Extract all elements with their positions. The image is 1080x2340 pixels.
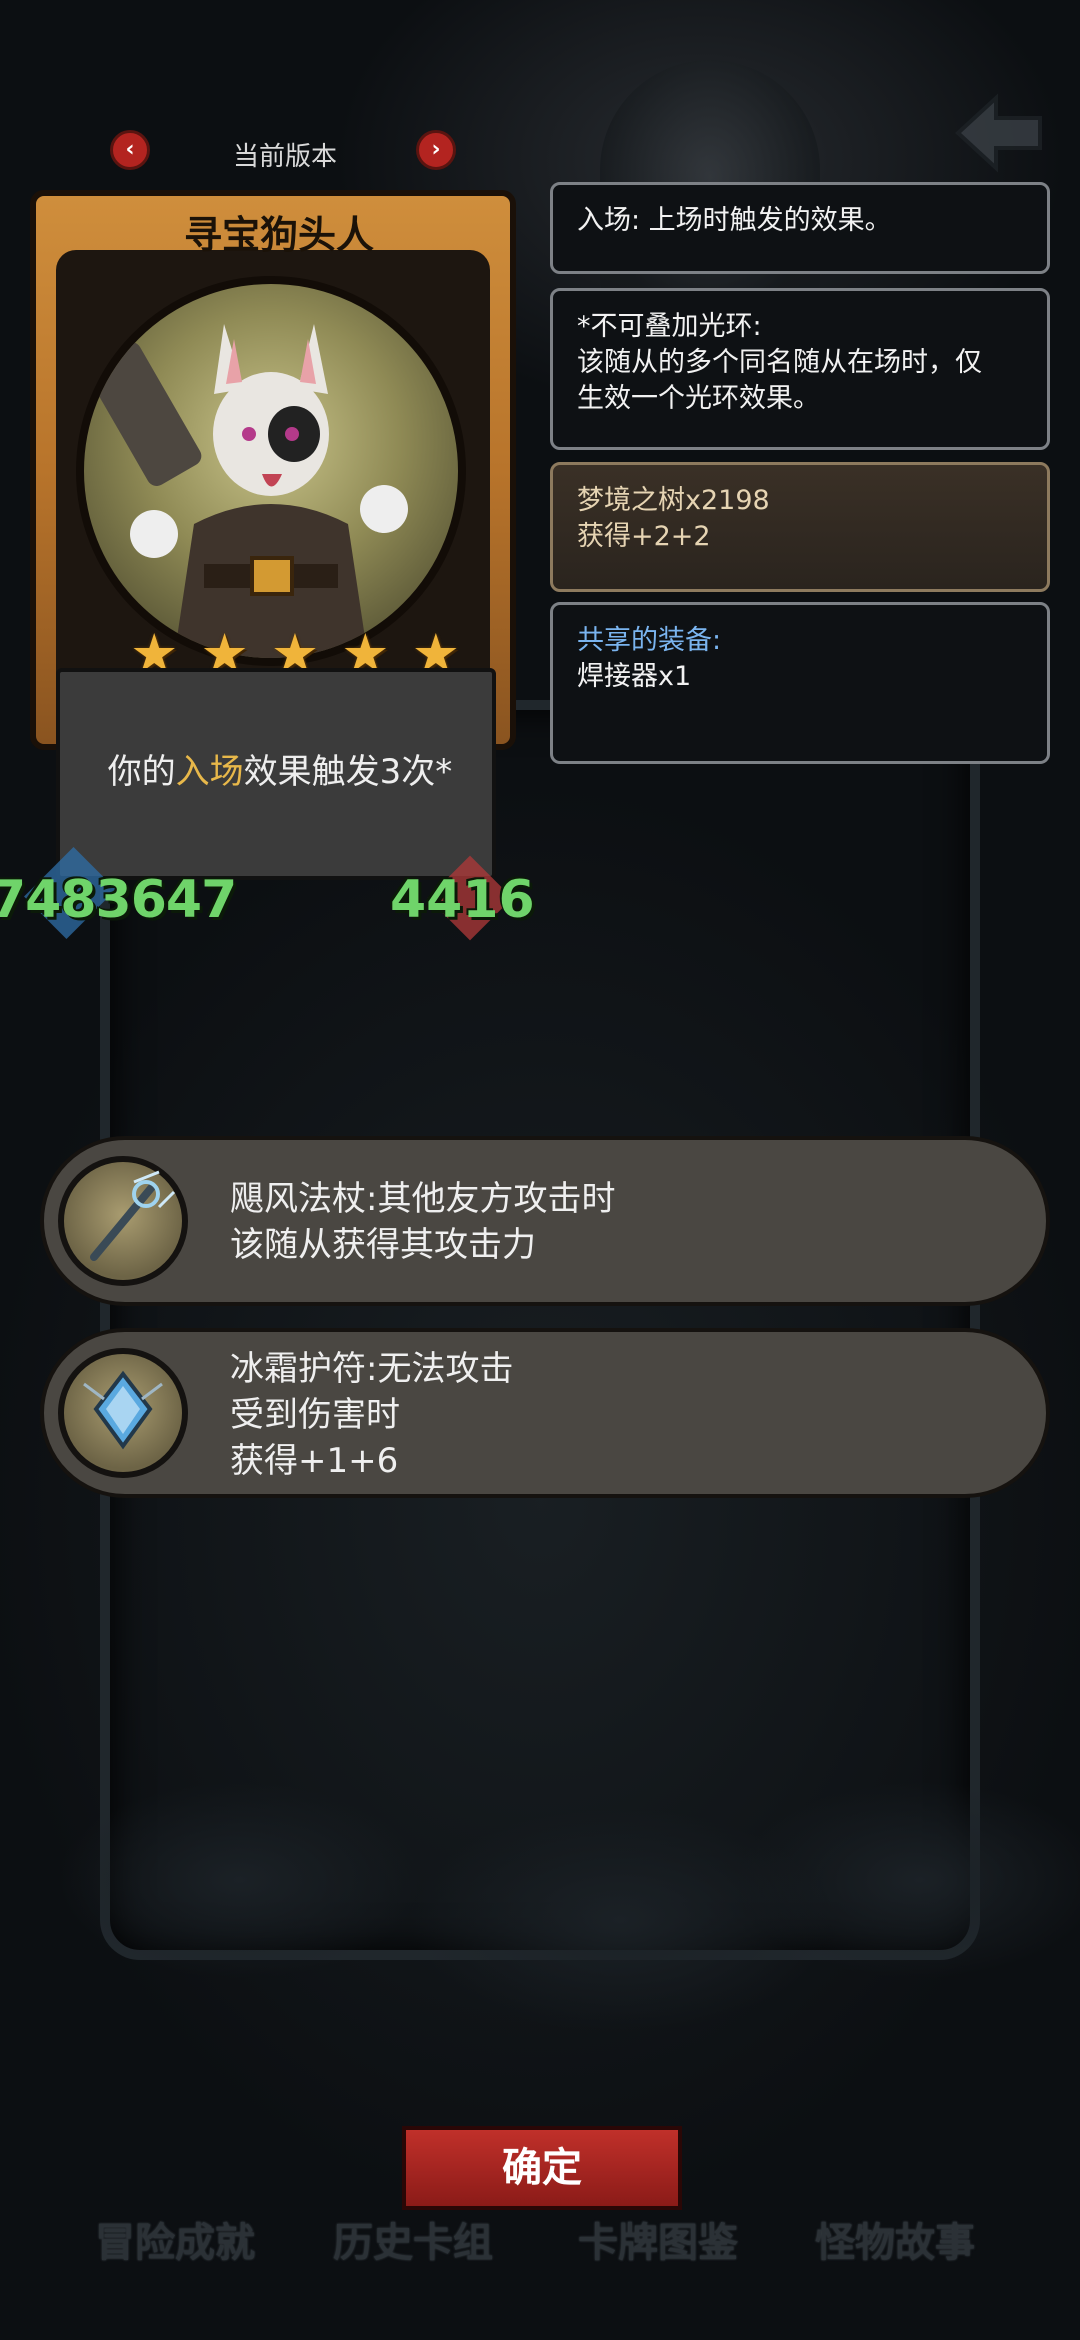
equipment-line: 该随从获得其攻击力	[230, 1225, 536, 1265]
equipment-description: 冰霜护符:无法攻击 受到伤害时 获得+1+6	[230, 1346, 513, 1484]
card-name: 寻宝狗头人	[183, 213, 374, 257]
chevron-right-icon: ›	[431, 137, 441, 162]
equipment-description: 飓风法杖:其他友方攻击时 该随从获得其攻击力	[230, 1176, 615, 1268]
card-text-suffix: 效果触发3次*	[243, 752, 453, 792]
attack-value: 7483647	[0, 870, 237, 930]
equipment-row[interactable]: 冰霜护符:无法攻击 受到伤害时 获得+1+6	[40, 1328, 1050, 1498]
card-text-prefix: 你的	[107, 752, 176, 792]
info-line: 该随从的多个同名随从在场时，仅	[577, 347, 982, 378]
keyword-info-panel: 入场: 上场时触发的效果。	[550, 182, 1050, 274]
back-button[interactable]	[950, 88, 1050, 178]
tab-adventure-achievements[interactable]: 冒险成就	[95, 2210, 255, 2268]
health-value: 4416	[390, 870, 535, 930]
confirm-button[interactable]: 确定	[402, 2126, 682, 2210]
frost-amulet-icon	[58, 1348, 188, 1478]
info-line: 入场: 上场时触发的效果。	[577, 205, 892, 236]
equipment-row[interactable]: 飓风法杖:其他友方攻击时 该随从获得其攻击力	[40, 1136, 1050, 1306]
tab-history-decks[interactable]: 历史卡组	[333, 2210, 493, 2268]
buff-info-panel: 梦境之树x2198 获得+2+2	[550, 462, 1050, 592]
info-line: 焊接器x1	[577, 661, 692, 692]
card-portrait	[76, 276, 466, 666]
next-version-button[interactable]: ›	[416, 130, 456, 170]
previous-version-button[interactable]: ‹	[110, 130, 150, 170]
bottom-tab-bar: 冒险成就 历史卡组 卡牌图鉴 怪物故事	[0, 2200, 1080, 2270]
equipment-line: 冰霜护符:无法攻击	[230, 1349, 514, 1389]
kobold-portrait-illustration	[86, 324, 408, 658]
tab-monster-stories[interactable]: 怪物故事	[815, 2210, 975, 2268]
equipment-line: 受到伤害时	[230, 1395, 400, 1435]
equipment-line: 获得+1+6	[230, 1441, 399, 1481]
info-line: 生效一个光环效果。	[577, 383, 820, 414]
info-line: 梦境之树x2198	[577, 485, 770, 516]
back-arrow-icon	[955, 93, 1042, 173]
card-description: 你的入场效果触发3次*	[60, 744, 500, 793]
minion-card: 寻宝狗头人 ★ ★ ★ ★ ★ 你的入场效果触发3次* 7483647 4416	[0, 190, 540, 950]
card-text-box: 你的入场效果触发3次*	[56, 668, 496, 880]
version-label: 当前版本	[232, 142, 337, 172]
chevron-left-icon: ‹	[125, 137, 135, 162]
shared-equipment-title: 共享的装备:	[577, 625, 722, 656]
aura-info-panel: *不可叠加光环: 该随从的多个同名随从在场时，仅 生效一个光环效果。	[550, 288, 1050, 450]
info-line: 获得+2+2	[577, 521, 711, 552]
background-clouds	[0, 1660, 1080, 2160]
info-line: *不可叠加光环:	[577, 311, 762, 342]
tab-card-collection[interactable]: 卡牌图鉴	[578, 2210, 738, 2268]
staff-icon	[58, 1156, 188, 1286]
version-selector: ‹ 当前版本 ›	[110, 128, 460, 174]
card-text-keyword: 入场	[175, 752, 244, 792]
shared-equipment-panel: 共享的装备: 焊接器x1	[550, 602, 1050, 764]
equipment-line: 飓风法杖:其他友方攻击时	[230, 1179, 616, 1219]
